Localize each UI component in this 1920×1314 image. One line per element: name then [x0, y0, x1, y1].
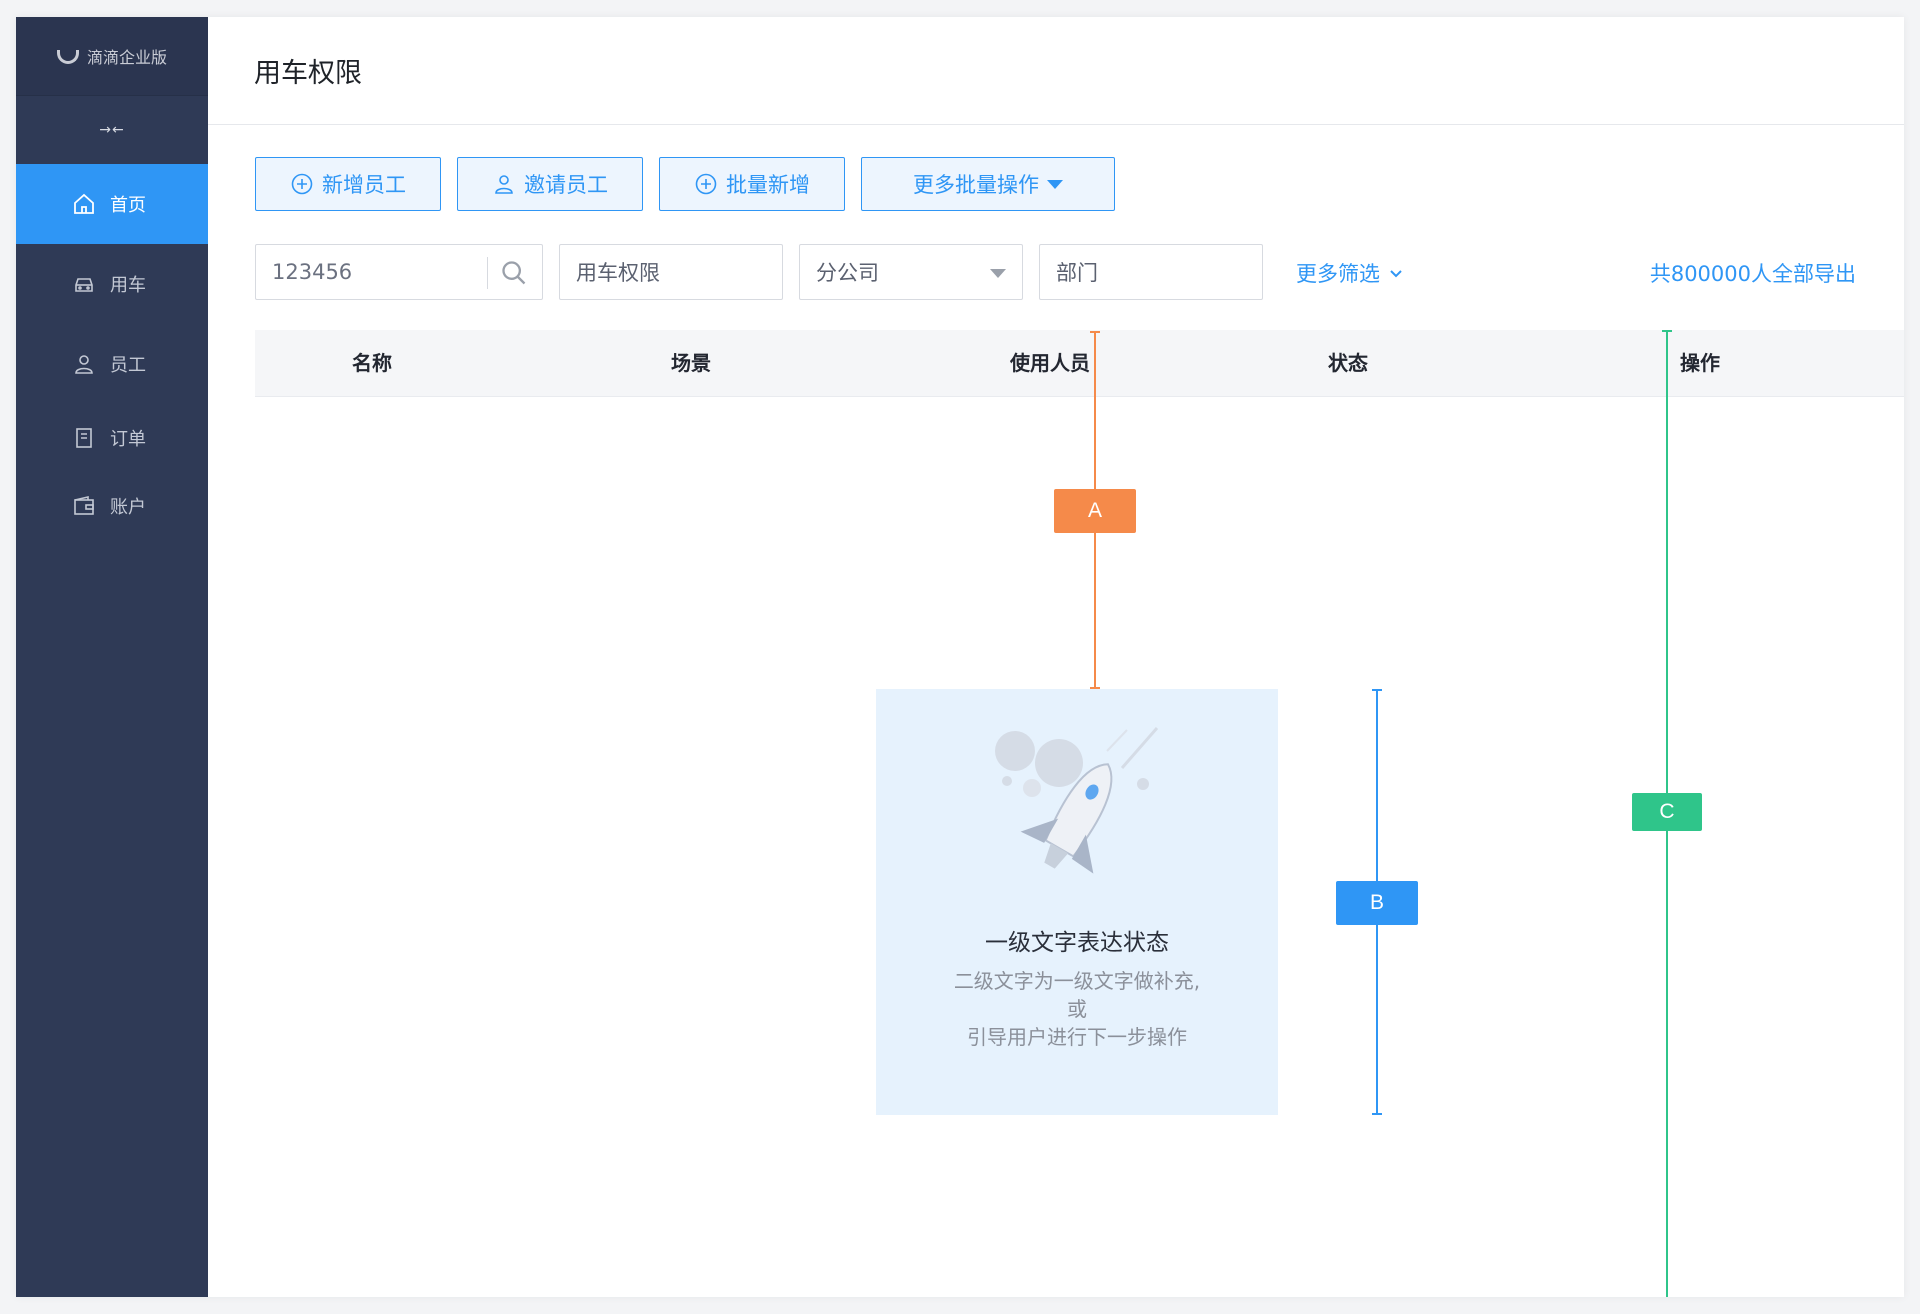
- sidebar-item-employee[interactable]: 员工: [16, 324, 208, 404]
- rocket-illustration: [995, 727, 1159, 874]
- search-input[interactable]: 123456: [255, 244, 543, 300]
- add-employee-button[interactable]: 新增员工: [255, 157, 441, 211]
- batch-add-label: 批量新增: [726, 173, 810, 197]
- permission-input[interactable]: 用车权限: [559, 244, 783, 300]
- annotation-a-cap: [1090, 687, 1100, 689]
- didi-logo-icon: [56, 50, 79, 64]
- user-icon: [75, 355, 93, 374]
- annotation-b-cap: [1372, 689, 1382, 691]
- app-window: 滴滴企业版 →← 首页 用车 员工 订单 账户 用车权限 新增员工 邀请员工 批…: [16, 17, 1904, 1297]
- annotation-b-cap: [1372, 1113, 1382, 1115]
- branch-select[interactable]: 分公司: [799, 244, 1023, 300]
- empty-state-description: 二级文字为一级文字做补充, 或 引导用户进行下一步操作: [876, 967, 1278, 1051]
- filter-bar: 123456 用车权限 分公司 部门 更多筛选 共800000人全部导出: [255, 244, 1904, 300]
- more-filters-label: 更多筛选: [1296, 262, 1380, 286]
- sidebar-item-home[interactable]: 首页: [16, 164, 208, 244]
- invite-employee-label: 邀请员工: [524, 173, 608, 197]
- home-icon: [74, 193, 94, 214]
- annotation-a-label: A: [1054, 489, 1136, 533]
- department-input[interactable]: 部门: [1039, 244, 1263, 300]
- sidebar-item-label: 首页: [110, 195, 146, 216]
- brand-name: 滴滴企业版: [86, 48, 167, 67]
- add-employee-label: 新增员工: [322, 173, 406, 197]
- caret-down-icon: [1047, 179, 1063, 189]
- more-batch-operations-button[interactable]: 更多批量操作: [861, 157, 1115, 211]
- search-icon[interactable]: [500, 259, 528, 287]
- plus-circle-icon: [291, 173, 313, 195]
- collapse-icon: →←: [99, 122, 125, 138]
- invite-employee-button[interactable]: 邀请员工: [457, 157, 643, 211]
- more-filters-link[interactable]: 更多筛选: [1296, 258, 1404, 288]
- more-batch-label: 更多批量操作: [913, 173, 1039, 197]
- department-input-value: 部门: [1056, 261, 1098, 285]
- annotation-a-cap: [1090, 331, 1100, 333]
- annotation-c-label: C: [1632, 793, 1702, 831]
- wallet-icon: [74, 495, 94, 515]
- annotation-b-label: B: [1336, 881, 1418, 925]
- empty-state-desc-line: 或: [1067, 997, 1087, 1021]
- batch-add-button[interactable]: 批量新增: [659, 157, 845, 211]
- order-icon: [76, 428, 92, 448]
- branch-select-value: 分公司: [816, 261, 879, 285]
- collapse-button[interactable]: →←: [16, 95, 208, 164]
- column-header-name[interactable]: 名称: [352, 330, 392, 396]
- column-header-actions[interactable]: 操作: [1680, 330, 1720, 396]
- sidebar-item-car[interactable]: 用车: [16, 244, 208, 324]
- sidebar-item-label: 用车: [110, 275, 146, 296]
- column-header-scene[interactable]: 场景: [671, 330, 711, 396]
- search-input-value: 123456: [272, 260, 353, 284]
- table-header: 名称 场景 使用人员 状态 操作: [255, 330, 1904, 397]
- export-all-link[interactable]: 共800000人全部导出: [1650, 258, 1856, 288]
- empty-state-desc-line: 二级文字为一级文字做补充,: [953, 969, 1201, 993]
- brand[interactable]: 滴滴企业版: [16, 17, 208, 95]
- sidebar-item-account[interactable]: 账户: [16, 472, 208, 540]
- user-icon: [495, 175, 513, 194]
- empty-state: 一级文字表达状态 二级文字为一级文字做补充, 或 引导用户进行下一步操作: [876, 689, 1278, 1115]
- chevron-down-icon: [1390, 270, 1402, 278]
- car-icon: [75, 278, 93, 292]
- toolbar: 新增员工 邀请员工 批量新增 更多批量操作: [255, 157, 1115, 211]
- sidebar-item-order[interactable]: 订单: [16, 404, 208, 472]
- sidebar-item-label: 员工: [110, 355, 146, 376]
- empty-state-desc-line: 引导用户进行下一步操作: [967, 1025, 1187, 1049]
- annotation-c-cap: [1662, 330, 1672, 332]
- search-divider: [487, 257, 488, 289]
- caret-down-icon: [990, 269, 1006, 278]
- column-header-users[interactable]: 使用人员: [1010, 330, 1090, 396]
- main-content: 用车权限 新增员工 邀请员工 批量新增 更多批量操作 123456 用车权限 分…: [208, 17, 1904, 1297]
- sidebar-item-label: 订单: [110, 429, 146, 450]
- permission-input-value: 用车权限: [576, 261, 660, 285]
- plus-circle-icon: [695, 173, 717, 195]
- sidebar: 滴滴企业版 →← 首页 用车 员工 订单 账户: [16, 17, 208, 1297]
- empty-state-title: 一级文字表达状态: [985, 930, 1169, 956]
- sidebar-item-label: 账户: [110, 497, 146, 518]
- column-header-status[interactable]: 状态: [1328, 330, 1368, 396]
- page-title: 用车权限: [208, 17, 1904, 125]
